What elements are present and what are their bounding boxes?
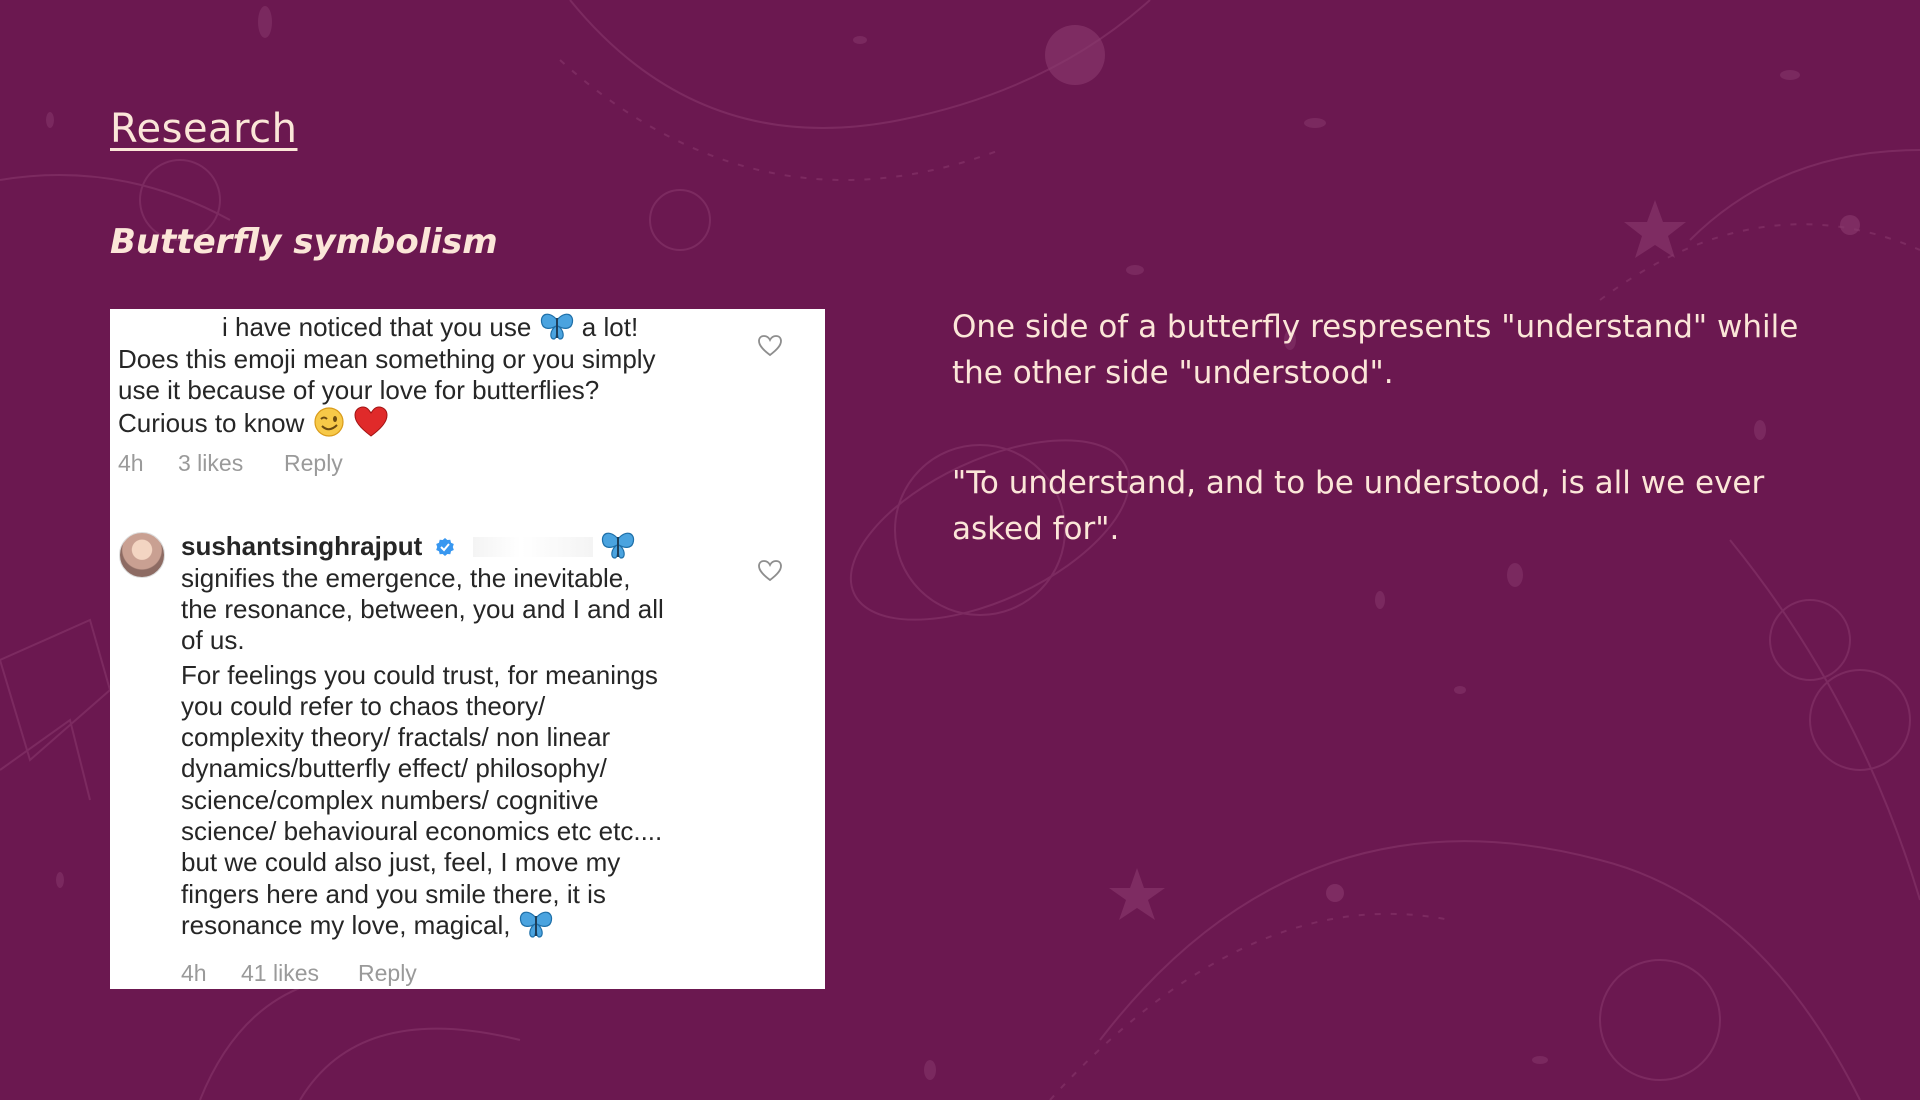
slide-subtitle: Butterfly symbolism bbox=[110, 222, 498, 262]
comment1-line4: Curious to know bbox=[118, 406, 389, 439]
comment2-line: dynamics/butterfly effect/ philosophy/ bbox=[181, 753, 607, 783]
butterfly-emoji-icon bbox=[540, 313, 573, 340]
comment1-line1-end: a lot! bbox=[581, 312, 639, 342]
red-heart-emoji-icon bbox=[354, 406, 388, 437]
heart-outline-icon[interactable] bbox=[757, 559, 783, 583]
wink-emoji-icon bbox=[314, 407, 344, 437]
comment2-line: signifies the emergence, the inevitable, bbox=[181, 563, 631, 593]
comment2-line: science/complex numbers/ cognitive bbox=[181, 785, 599, 815]
comment1-line2: Does this emoji mean something or you si… bbox=[118, 344, 656, 374]
comment2-line: you could refer to chaos theory/ bbox=[181, 691, 546, 721]
heart-outline-icon[interactable] bbox=[757, 334, 783, 358]
comment2-likes[interactable]: 41 likes bbox=[241, 960, 319, 987]
comment2-time: 4h bbox=[181, 960, 207, 986]
comment2-reply-button[interactable]: Reply bbox=[358, 960, 417, 987]
comment2-line: resonance my love, magical, bbox=[181, 910, 511, 940]
comment2-line: complexity theory/ fractals/ non linear bbox=[181, 722, 611, 752]
comment1-line1-start: i have noticed that you use bbox=[222, 312, 532, 342]
butterfly-symbolism-text: One side of a butterfly respresents "und… bbox=[952, 309, 1799, 391]
comment1-likes[interactable]: 3 likes bbox=[178, 450, 243, 477]
comment2-line: the resonance, between, you and I and al… bbox=[181, 594, 664, 624]
comment2-line: fingers here and you smile there, it is bbox=[181, 879, 606, 909]
verified-badge-icon bbox=[436, 538, 455, 556]
comment2-line: of us. bbox=[181, 625, 245, 655]
comment1-line1: i have noticed that you use a lot! bbox=[222, 312, 638, 343]
butterfly-emoji-icon bbox=[519, 911, 552, 938]
butterfly-emoji-icon bbox=[601, 532, 635, 559]
comment2-header: sushantsinghrajput bbox=[181, 531, 636, 562]
comment2-username[interactable]: sushantsinghrajput bbox=[181, 531, 422, 561]
comment2-line: science/ behavioural economics etc etc..… bbox=[181, 816, 663, 846]
comment1-line3: use it because of your love for butterfl… bbox=[118, 375, 600, 405]
comment2-last-line: resonance my love, magical, bbox=[181, 910, 554, 941]
instagram-comments-screenshot: i have noticed that you use a lot! Does … bbox=[110, 309, 825, 989]
understanding-quote: "To understand, and to be understood, is… bbox=[952, 465, 1765, 547]
slide-title: Research bbox=[110, 106, 298, 152]
comment1-reply-button[interactable]: Reply bbox=[284, 450, 343, 477]
redacted-region bbox=[472, 537, 593, 557]
comment1-line4-text: Curious to know bbox=[118, 408, 305, 438]
comment2-line: For feelings you could trust, for meanin… bbox=[181, 660, 658, 690]
comment1-time: 4h bbox=[118, 450, 144, 476]
comment2-line: but we could also just, feel, I move my bbox=[181, 847, 621, 877]
avatar[interactable] bbox=[119, 532, 165, 578]
